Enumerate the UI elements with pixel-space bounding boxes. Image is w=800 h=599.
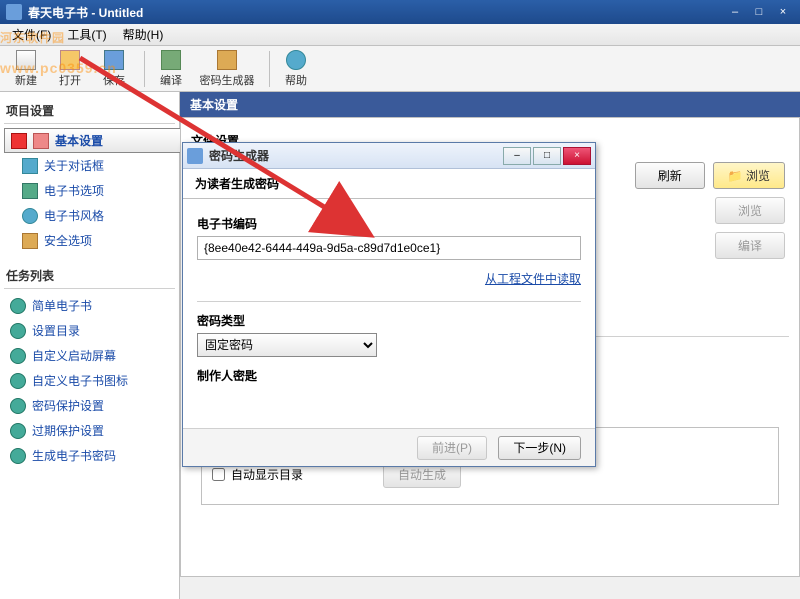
dialog-maximize-button[interactable]: □ [533,147,561,165]
minimize-button[interactable]: – [724,4,746,20]
question-icon [10,373,26,389]
sidebar-item-label: 密码保护设置 [32,397,104,414]
read-from-project-link[interactable]: 从工程文件中读取 [197,270,581,287]
sidebar-item-label: 关于对话框 [44,157,104,174]
question-icon [10,298,26,314]
dialog-minimize-button[interactable]: – [503,147,531,165]
task-custom-splash[interactable]: 自定义启动屏幕 [4,343,175,368]
sidebar-item-ebook-options[interactable]: 电子书选项 [4,178,175,203]
compile-button: 编译 [715,232,785,259]
sidebar-item-label: 电子书风格 [44,207,104,224]
prev-button: 前进(P) [417,436,487,460]
menu-tools[interactable]: 工具(T) [59,24,114,45]
info-icon [22,158,38,174]
sidebar-project-header: 项目设置 [4,98,175,124]
task-simple-ebook[interactable]: 简单电子书 [4,293,175,318]
question-icon [10,348,26,364]
refresh-button[interactable]: 刷新 [635,162,705,189]
sidebar-item-label: 简单电子书 [32,297,92,314]
password-type-label: 密码类型 [197,312,581,329]
task-expire-protect[interactable]: 过期保护设置 [4,418,175,443]
toolbar-separator [144,51,145,87]
sidebar-task-header: 任务列表 [4,263,175,289]
maker-key-label: 制作人密匙 [197,367,581,384]
sidebar-item-label: 电子书选项 [44,182,104,199]
globe-icon [22,208,38,224]
browse-button-2: 浏览 [715,197,785,224]
home-icon [33,133,49,149]
ebook-code-input[interactable] [197,236,581,260]
close-button[interactable]: × [772,4,794,20]
toolbar-save[interactable]: 保存 [94,50,134,88]
task-custom-icon[interactable]: 自定义电子书图标 [4,368,175,393]
toolbar-pwdgen[interactable]: 密码生成器 [195,50,259,88]
dialog-titlebar: 密码生成器 – □ × [183,143,595,169]
chk-auto-show-toc[interactable] [212,468,225,481]
arrow-icon [11,133,27,149]
sidebar-item-label: 过期保护设置 [32,422,104,439]
sidebar-item-ebook-style[interactable]: 电子书风格 [4,203,175,228]
toolbar-help[interactable]: 帮助 [276,50,316,88]
window-titlebar: 春天电子书 - Untitled – □ × [0,0,800,24]
menu-bar: 文件(F) 工具(T) 帮助(H) [0,24,800,46]
toolbar-new[interactable]: 新建 [6,50,46,88]
menu-help[interactable]: 帮助(H) [115,24,172,45]
save-icon [104,50,124,70]
sidebar-item-security[interactable]: 安全选项 [4,228,175,253]
toolbar-open[interactable]: 打开 [50,50,90,88]
key-icon [217,50,237,70]
app-icon [6,4,22,20]
task-gen-password[interactable]: 生成电子书密码 [4,443,175,468]
dialog-title: 密码生成器 [209,147,501,164]
panel-title: 基本设置 [180,92,800,117]
compile-icon [161,50,181,70]
lock-icon [22,233,38,249]
new-icon [16,50,36,70]
toolbar-compile[interactable]: 编译 [151,50,191,88]
sidebar: 项目设置 基本设置 关于对话框 电子书选项 电子书风格 安全选项 任务列表 简单… [0,92,180,599]
sidebar-item-about[interactable]: 关于对话框 [4,153,175,178]
question-icon [10,398,26,414]
open-icon [60,50,80,70]
sidebar-item-label: 自定义启动屏幕 [32,347,116,364]
sidebar-item-label: 自定义电子书图标 [32,372,128,389]
question-icon [10,323,26,339]
toolbar-separator [269,51,270,87]
maximize-button[interactable]: □ [748,4,770,20]
password-generator-dialog: 密码生成器 – □ × 为读者生成密码 电子书编码 从工程文件中读取 密码类型 … [182,142,596,467]
window-title: 春天电子书 - Untitled [28,4,722,21]
chk-label: 自动显示目录 [231,466,303,483]
password-type-select[interactable]: 固定密码 [197,333,377,357]
dialog-icon [187,148,203,164]
sidebar-item-label: 基本设置 [55,132,103,149]
question-icon [10,423,26,439]
task-set-toc[interactable]: 设置目录 [4,318,175,343]
sidebar-item-label: 设置目录 [32,322,80,339]
dialog-close-button[interactable]: × [563,147,591,165]
book-icon [22,183,38,199]
ebook-code-label: 电子书编码 [197,215,581,232]
toolbar: 新建 打开 保存 编译 密码生成器 帮助 [0,46,800,92]
task-password-protect[interactable]: 密码保护设置 [4,393,175,418]
dialog-subtitle: 为读者生成密码 [183,169,595,199]
help-icon [286,50,306,70]
next-button[interactable]: 下一步(N) [498,436,581,460]
question-icon [10,448,26,464]
sidebar-item-basic[interactable]: 基本设置 [4,128,184,153]
browse-button[interactable]: 📁 浏览 [713,162,785,189]
sidebar-item-label: 安全选项 [44,232,92,249]
sidebar-item-label: 生成电子书密码 [32,447,116,464]
menu-file[interactable]: 文件(F) [4,24,59,45]
